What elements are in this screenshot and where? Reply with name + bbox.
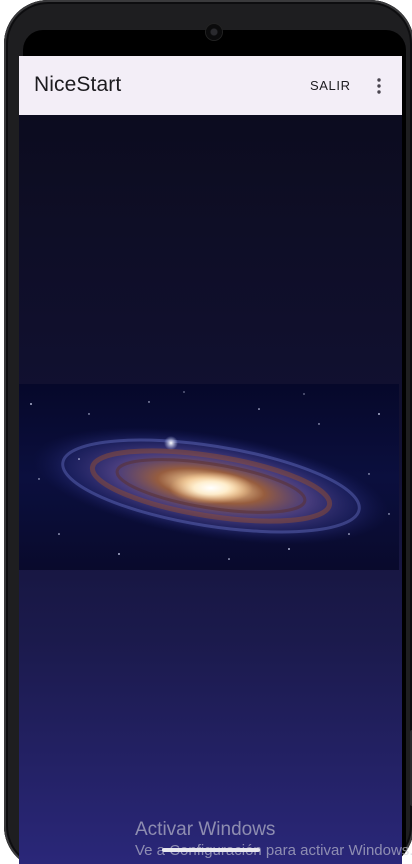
- galaxy-image: [19, 384, 399, 570]
- more-vert-icon[interactable]: [371, 76, 387, 96]
- salir-button[interactable]: SALIR: [310, 78, 351, 93]
- windows-activation-watermark: Activar Windows Ve a Configuración para …: [135, 818, 412, 860]
- home-indicator[interactable]: [162, 848, 260, 852]
- watermark-title: Activar Windows: [135, 819, 276, 840]
- app-bar: NiceStart SALIR: [19, 56, 402, 115]
- front-camera: [206, 24, 222, 40]
- app-title: NiceStart: [34, 73, 122, 96]
